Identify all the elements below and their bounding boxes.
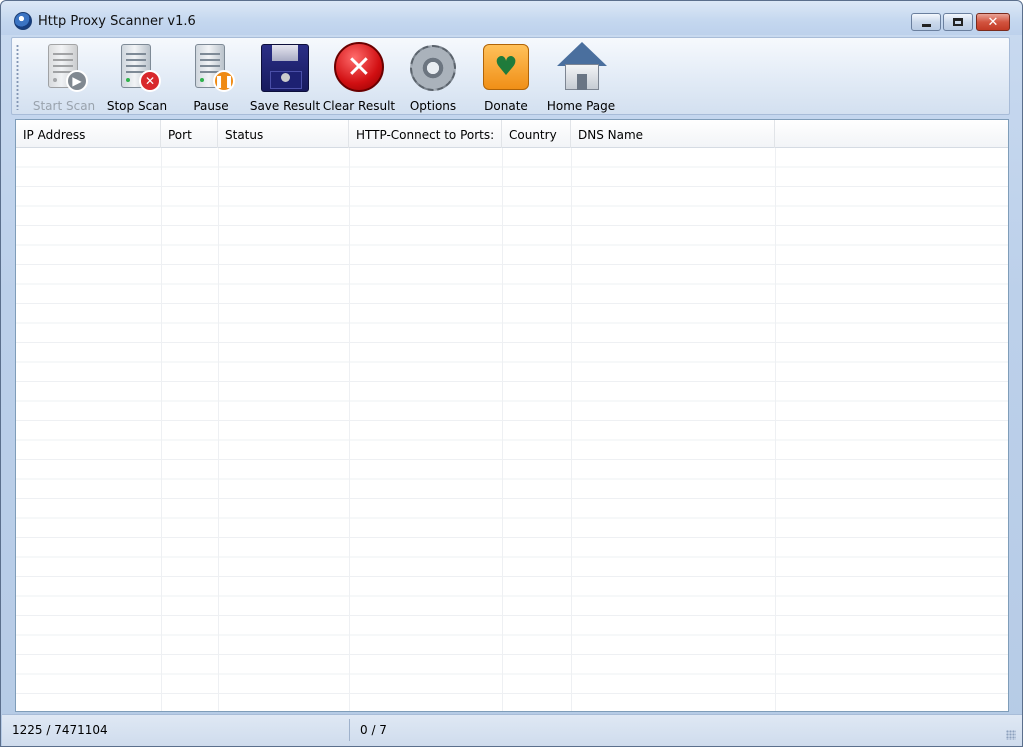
- pause-button[interactable]: ❚❚ Pause: [182, 40, 240, 114]
- close-button[interactable]: ✕: [976, 13, 1010, 31]
- pause-label: Pause: [193, 99, 229, 113]
- floppy-disk-icon: [257, 40, 313, 96]
- column-header-port[interactable]: Port: [161, 120, 218, 148]
- toolbar: ▶ Start Scan ✕ Stop Scan ❚❚ Pause Save R…: [11, 37, 1010, 115]
- donate-icon: ♥: [478, 40, 534, 96]
- save-result-button[interactable]: Save Result: [249, 40, 321, 114]
- gear-icon: [405, 40, 461, 96]
- table-body[interactable]: [16, 148, 1008, 711]
- toolbar-grip[interactable]: [16, 44, 19, 110]
- title-bar[interactable]: Http Proxy Scanner v1.6 ✕: [1, 1, 1022, 35]
- status-found-count: 0 / 7: [360, 723, 387, 737]
- results-table[interactable]: IP Address Port Status HTTP-Connect to P…: [15, 119, 1009, 712]
- clear-result-label: Clear Result: [322, 99, 396, 113]
- app-globe-icon[interactable]: [14, 12, 32, 30]
- home-page-label: Home Page: [546, 99, 616, 113]
- pause-icon: ❚❚: [183, 40, 239, 96]
- table-header: IP Address Port Status HTTP-Connect to P…: [16, 120, 1008, 148]
- clear-icon: ✕: [331, 40, 387, 96]
- window-title: Http Proxy Scanner v1.6: [38, 14, 196, 29]
- start-scan-icon: ▶: [36, 40, 92, 96]
- stop-scan-label: Stop Scan: [106, 99, 168, 113]
- maximize-button[interactable]: [943, 13, 973, 31]
- resize-grip[interactable]: [1006, 730, 1016, 740]
- start-scan-label: Start Scan: [32, 99, 96, 113]
- maximize-icon: [953, 18, 963, 26]
- column-header-ip-address[interactable]: IP Address: [16, 120, 161, 148]
- column-header-status[interactable]: Status: [218, 120, 349, 148]
- start-scan-button[interactable]: ▶ Start Scan: [32, 40, 96, 114]
- stop-scan-button[interactable]: ✕ Stop Scan: [107, 40, 167, 114]
- options-label: Options: [409, 99, 457, 113]
- home-page-button[interactable]: Home Page: [547, 40, 615, 114]
- stop-scan-icon: ✕: [109, 40, 165, 96]
- donate-label: Donate: [484, 99, 528, 113]
- options-button[interactable]: Options: [404, 40, 462, 114]
- status-progress: 1225 / 7471104: [12, 723, 108, 737]
- donate-button[interactable]: ♥ Donate: [478, 40, 534, 114]
- close-icon: ✕: [987, 14, 999, 30]
- app-window: Http Proxy Scanner v1.6 ✕ ▶ Start Scan ✕…: [0, 0, 1023, 747]
- save-result-label: Save Result: [249, 99, 321, 113]
- minimize-icon: [921, 23, 931, 27]
- clear-result-button[interactable]: ✕ Clear Result: [322, 40, 396, 114]
- column-header-http-connect[interactable]: HTTP-Connect to Ports:: [349, 120, 502, 148]
- minimize-button[interactable]: [911, 13, 941, 31]
- home-icon: [553, 40, 609, 96]
- status-bar: 1225 / 7471104 0 / 7: [2, 714, 1022, 746]
- column-header-dns-name[interactable]: DNS Name: [571, 120, 775, 148]
- column-header-country[interactable]: Country: [502, 120, 571, 148]
